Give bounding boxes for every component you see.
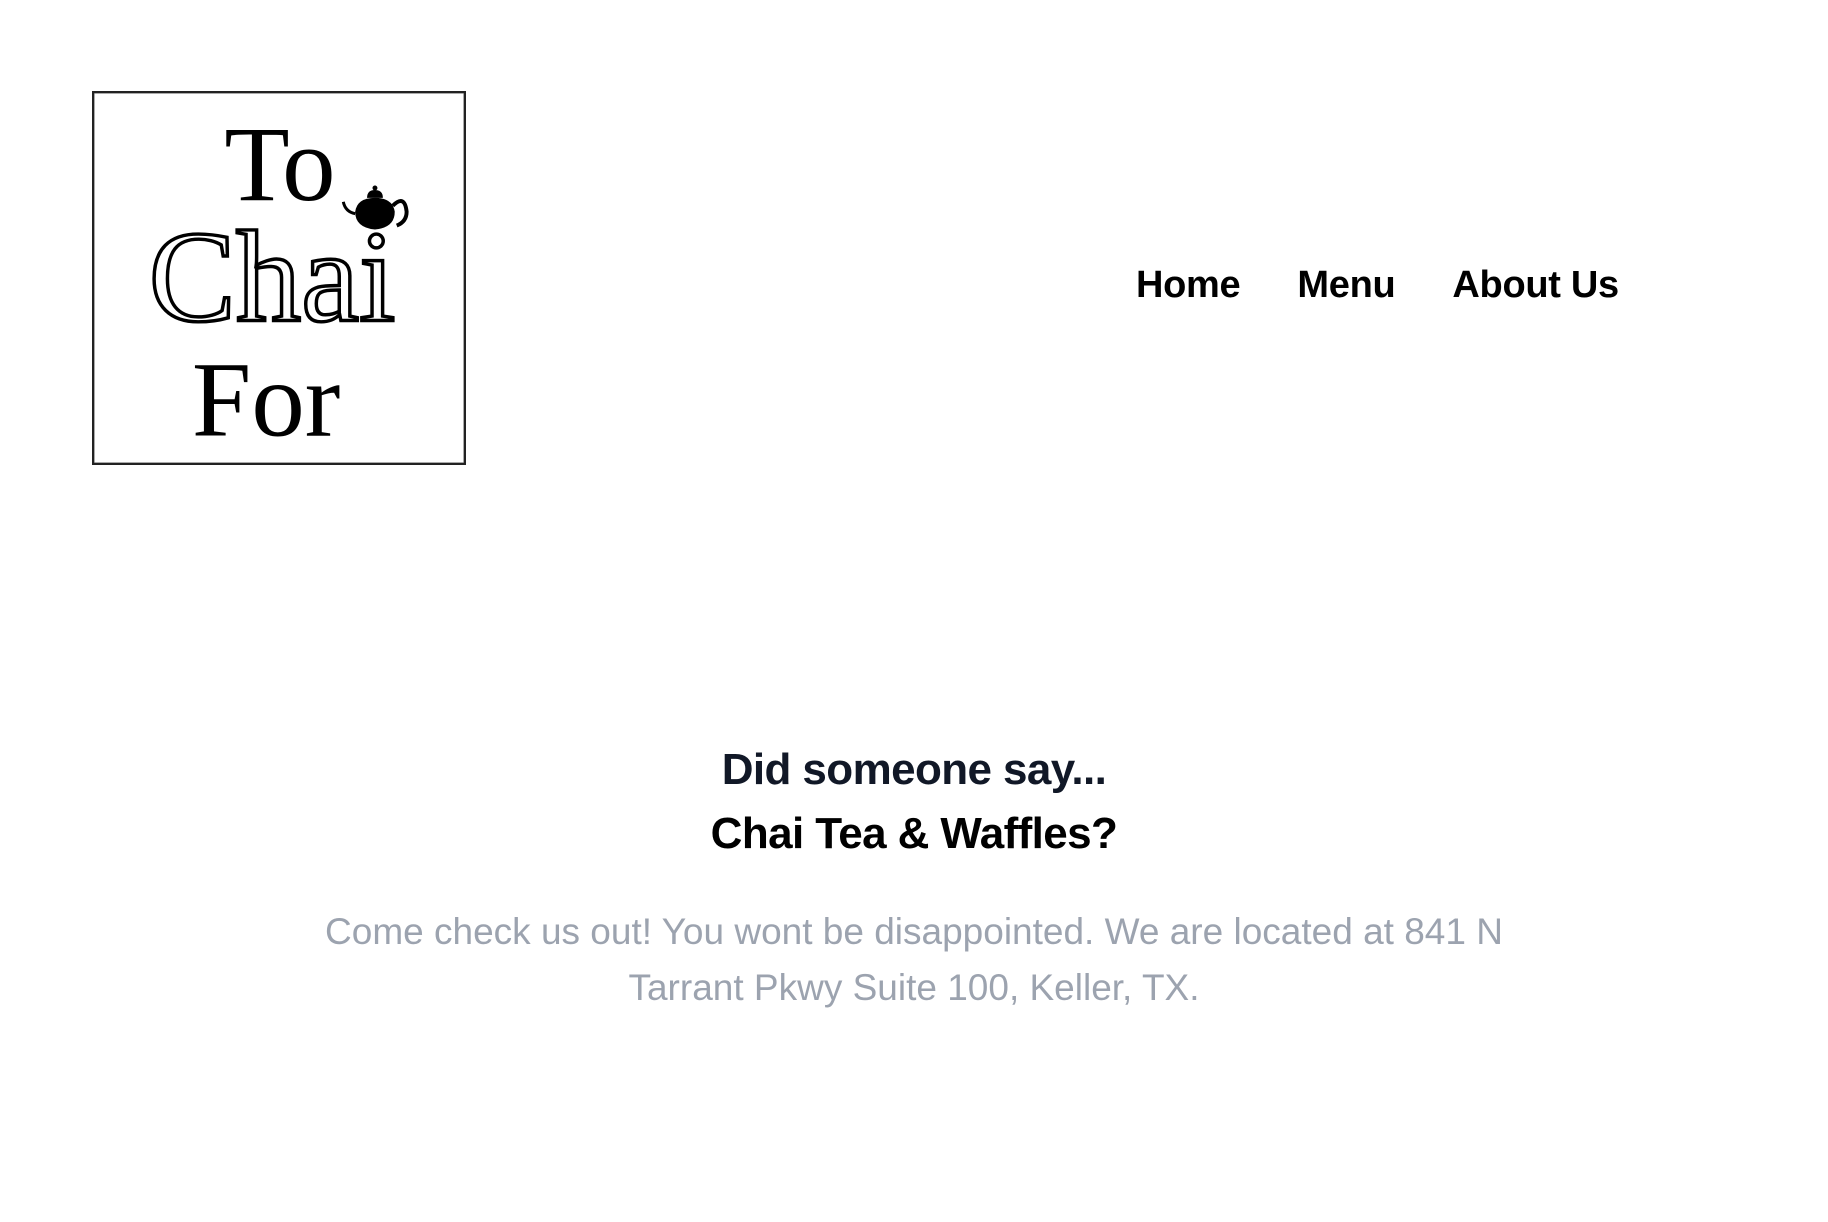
hero-section: Did someone say... Chai Tea & Waffles? C…: [0, 738, 1828, 1016]
main-nav: Home Menu About Us: [1136, 264, 1619, 307]
logo-graphic: To Chai For: [147, 106, 409, 459]
nav-about-us[interactable]: About Us: [1452, 264, 1619, 307]
logo-text-for: For: [192, 341, 340, 459]
page: To Chai For Home Menu About Us Did someo…: [0, 0, 1828, 1222]
nav-home[interactable]: Home: [1136, 264, 1241, 307]
hero-heading: Did someone say... Chai Tea & Waffles?: [0, 738, 1828, 866]
logo-text-chai: Chai: [149, 206, 396, 350]
hero-heading-line2: Chai Tea & Waffles?: [710, 809, 1118, 858]
nav-menu[interactable]: Menu: [1297, 264, 1395, 307]
hero-heading-line1: Did someone say...: [721, 745, 1107, 794]
brand-logo[interactable]: To Chai For: [92, 91, 466, 465]
hero-description: Come check us out! You wont be disappoin…: [325, 911, 1503, 1008]
